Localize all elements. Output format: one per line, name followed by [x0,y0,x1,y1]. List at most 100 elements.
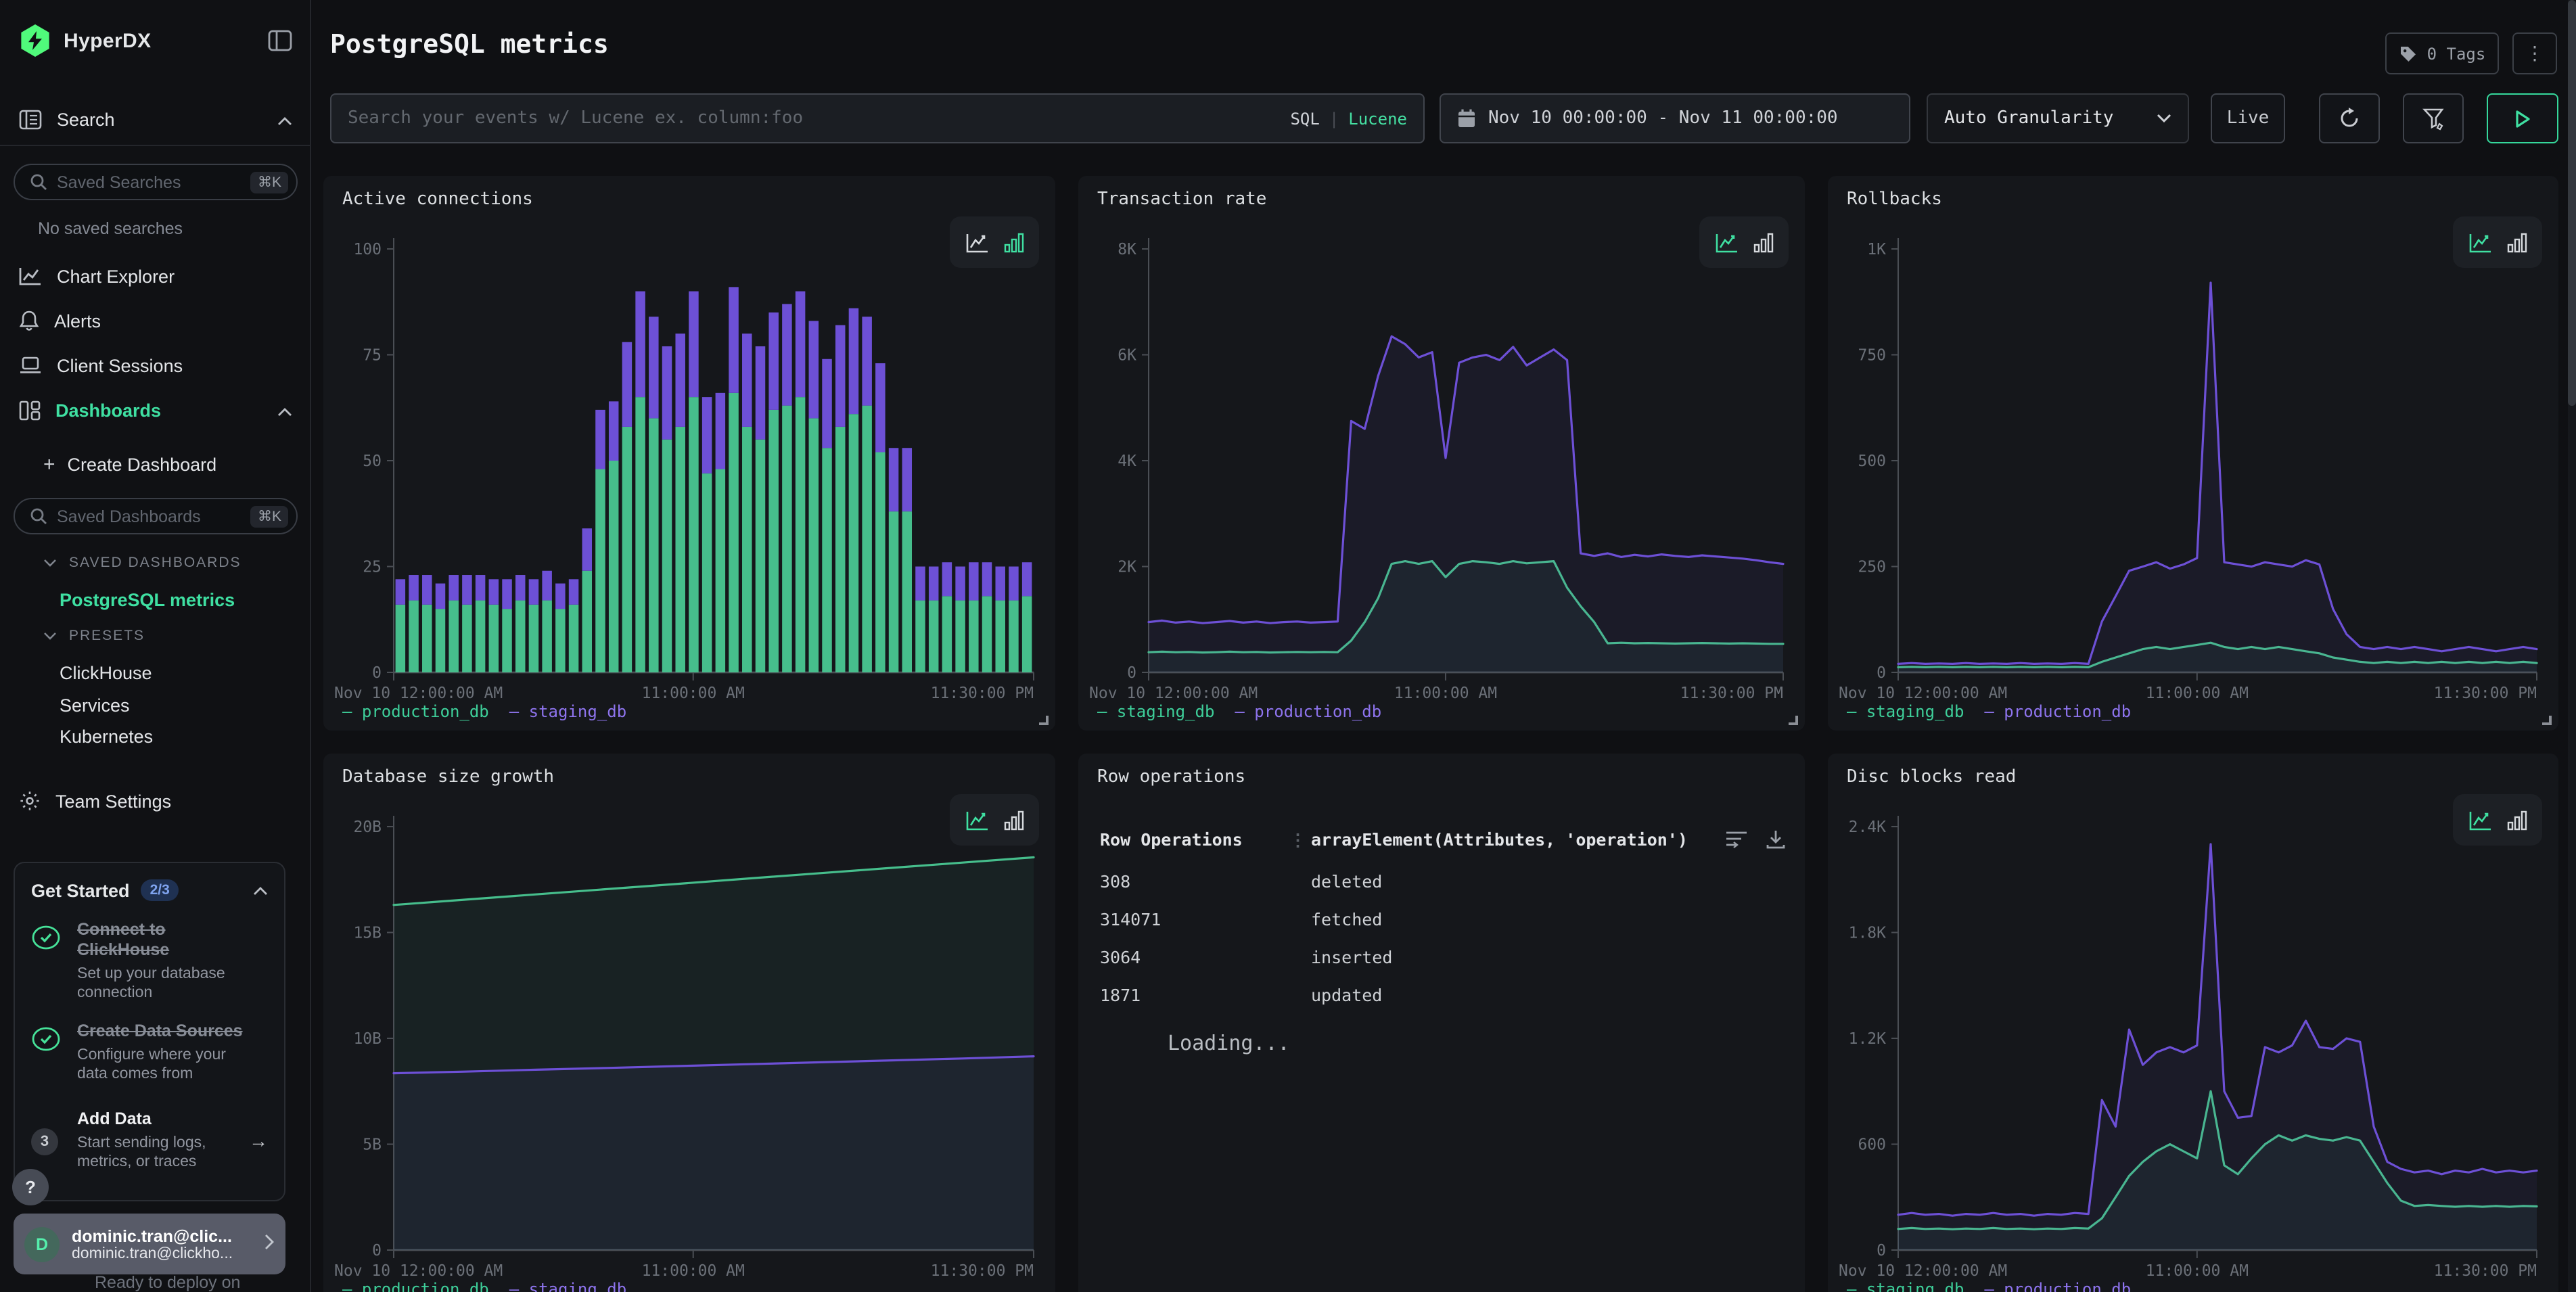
sidebar-item-alerts[interactable]: Alerts [0,302,311,340]
avatar: D [24,1226,60,1262]
saved-dashboards-field[interactable] [57,507,251,526]
user-email: dominic.tran@clickho... [72,1245,233,1262]
chart-type-toggle[interactable] [2453,794,2542,846]
chart-svg: 2.4K1.8K1.2K6000Nov 10 12:00:00 AM11:00:… [1828,754,2558,1292]
step-desc: Start sending logs, metrics, or traces [77,1133,244,1172]
search-icon [30,507,47,525]
chart-legend: — production_db — staging_db [342,702,626,721]
refresh-button[interactable] [2319,93,2380,143]
svg-text:11:30:00 PM: 11:30:00 PM [1680,685,1783,702]
group-presets[interactable]: PRESETS [0,622,311,649]
chart-card-database-size-growth: Database size growth 20B15B10B5B0Nov 10 … [323,754,1055,1292]
column-resize-handle[interactable]: ⋮ [1289,829,1311,850]
legend-item-staging_db[interactable]: — staging_db [1847,702,1964,721]
dashboard-grid: Active connections 1007550250Nov 10 12:0… [323,176,2558,1292]
table-row[interactable]: 314071fetched [1100,900,1786,938]
table-row[interactable]: 308deleted [1100,862,1786,900]
cell-operation: updated [1311,984,1786,1005]
sidebar-item-chart-explorer[interactable]: Chart Explorer [0,257,311,295]
resize-handle[interactable] [2542,716,2552,725]
saved-searches-field[interactable] [57,172,251,191]
chart-canvas: 2.4K1.8K1.2K6000Nov 10 12:00:00 AM11:00:… [1828,754,2558,1292]
date-range-picker[interactable]: Nov 10 00:00:00 - Nov 11 00:00:00 [1440,93,1910,143]
user-profile-button[interactable]: D dominic.tran@clic... dominic.tran@clic… [14,1214,285,1274]
svg-text:Nov 10 12:00:00 AM: Nov 10 12:00:00 AM [1839,685,2007,702]
get-started-panel: Get Started 2/3 Connect to ClickHouse Se… [14,862,285,1201]
legend-item-staging_db[interactable]: — staging_db [509,1280,626,1292]
chart-title: Active connections [342,189,533,210]
table-col-header[interactable]: arrayElement(Attributes, 'operation') [1311,829,1725,850]
sql-mode-button[interactable]: SQL [1290,109,1319,128]
chart-type-toggle[interactable] [950,216,1039,268]
group-saved-dashboards[interactable]: SAVED DASHBOARDS [0,549,311,576]
table-row[interactable]: 1871updated [1100,975,1786,1013]
svg-text:11:00:00 AM: 11:00:00 AM [1394,685,1497,702]
sidebar-item-clickhouse[interactable]: ClickHouse [0,655,311,690]
download-icon[interactable] [1766,829,1786,850]
svg-text:4K: 4K [1118,453,1136,470]
svg-text:Nov 10 12:00:00 AM: Nov 10 12:00:00 AM [1089,685,1258,702]
saved-searches-input[interactable]: ⌘K [14,164,298,200]
saved-dashboards-input[interactable]: ⌘K [14,498,298,534]
resize-handle[interactable] [1039,716,1049,725]
svg-text:0: 0 [372,1242,382,1260]
collapse-sidebar-button[interactable] [268,30,292,51]
mode-separator: | [1329,109,1339,128]
step-desc: Set up your database connection [77,965,253,1004]
legend-item-production_db[interactable]: — production_db [342,1280,489,1292]
help-button[interactable]: ? [12,1169,49,1205]
table-row[interactable]: 3064inserted [1100,938,1786,975]
sidebar-item-postgresql-metrics[interactable]: PostgreSQL metrics [0,582,311,617]
cell-operation: deleted [1311,871,1786,891]
legend-item-staging_db[interactable]: — staging_db [1847,1280,1964,1292]
wrap-lines-icon[interactable] [1725,829,1749,850]
get-started-step-1[interactable]: Connect to ClickHouse Set up your databa… [31,920,268,1004]
preset-label: Services [60,695,130,715]
table-col-header[interactable]: Row Operations [1100,829,1289,850]
step-number-badge: 3 [31,1128,58,1155]
legend-item-production_db[interactable]: — production_db [342,702,489,721]
legend-item-production_db[interactable]: — production_db [1984,702,2131,721]
get-started-step-3[interactable]: 3 Add Data Start sending logs, metrics, … [31,1109,268,1172]
svg-text:15B: 15B [353,925,382,942]
sidebar-item-kubernetes[interactable]: Kubernetes [0,718,311,754]
create-dashboard-button[interactable]: + Create Dashboard [0,446,311,482]
sidebar-item-client-sessions[interactable]: Client Sessions [0,346,311,384]
legend-item-staging_db[interactable]: — staging_db [1097,702,1214,721]
sidebar-item-dashboards[interactable]: Dashboards [0,391,311,429]
svg-text:Nov 10 12:00:00 AM: Nov 10 12:00:00 AM [334,1262,503,1280]
svg-text:1.2K: 1.2K [1849,1030,1887,1048]
granularity-select[interactable]: Auto Granularity [1927,93,2189,143]
scrollbar-thumb[interactable] [2568,0,2576,406]
more-menu-button[interactable]: ⋮ [2512,32,2557,74]
resize-handle[interactable] [1789,716,1798,725]
svg-text:11:00:00 AM: 11:00:00 AM [642,685,745,702]
sidebar-item-services[interactable]: Services [0,687,311,722]
tags-button[interactable]: 0 Tags [2385,32,2499,74]
chart-type-toggle[interactable] [1699,216,1789,268]
run-query-button[interactable] [2487,93,2558,143]
chevron-up-icon [277,109,292,129]
chart-type-toggle[interactable] [2453,216,2542,268]
legend-item-staging_db[interactable]: — staging_db [509,702,626,721]
get-started-step-2[interactable]: Create Data Sources Configure where your… [31,1021,268,1085]
svg-text:11:30:00 PM: 11:30:00 PM [2434,1262,2537,1280]
sidebar-item-search[interactable]: Search [0,100,311,138]
page-scrollbar[interactable] [2568,0,2576,1292]
svg-text:2.4K: 2.4K [1849,818,1887,836]
chevron-up-icon[interactable] [253,878,268,902]
chart-type-toggle[interactable] [950,794,1039,846]
sidebar-item-team-settings[interactable]: Team Settings [0,782,311,820]
filter-button[interactable] [2403,93,2464,143]
cell-count: 1871 [1100,984,1311,1005]
event-search-input[interactable] [348,108,1290,129]
no-saved-searches-text: No saved searches [38,219,183,238]
svg-text:0: 0 [1127,664,1136,682]
legend-item-production_db[interactable]: — production_db [1984,1280,2131,1292]
svg-text:6K: 6K [1118,347,1136,365]
calendar-icon [1457,108,1476,129]
lucene-mode-button[interactable]: Lucene [1348,109,1407,128]
live-button[interactable]: Live [2211,93,2285,143]
legend-item-production_db[interactable]: — production_db [1235,702,1381,721]
chart-svg: 8K6K4K2K0Nov 10 12:00:00 AM11:00:00 AM11… [1078,176,1805,731]
